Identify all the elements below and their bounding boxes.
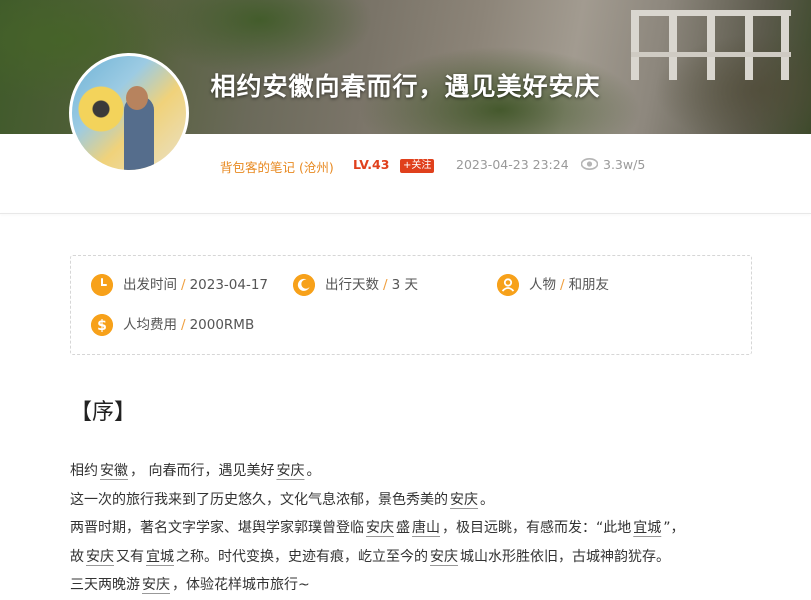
keyword-link[interactable]: 安庆 <box>450 492 478 508</box>
text-segment: 。 <box>480 491 494 508</box>
keyword-link[interactable]: 安庆 <box>86 549 114 565</box>
eye-icon <box>581 158 598 170</box>
trip-info-box: 出发时间/2023-04-17 出行天数/3 天 人物 / 和朋友 $ 人均费用/2… <box>70 255 752 355</box>
moon-icon <box>293 274 315 296</box>
keyword-link[interactable]: 安庆 <box>430 549 458 565</box>
text-segment: 之称。时代变换，史迹有痕，屹立至今的 <box>176 548 428 565</box>
article-body: 相约 安徽， 向春而行，遇见美好 安庆。 这一次的旅行我来到了历史悠久，文化气息浓郁… <box>70 457 760 600</box>
person-icon <box>497 274 519 296</box>
follow-button[interactable]: +关注 <box>400 159 435 173</box>
text-segment: 又有 <box>116 548 144 565</box>
text-segment: 盛 <box>396 520 410 536</box>
text-segment: 两晋时期，著名文字学家、堪舆学家郭璞曾登临 <box>70 520 364 536</box>
text-segment: ”， <box>663 520 685 536</box>
text-segment: 故 <box>70 548 84 565</box>
people-label: 人物 <box>529 277 556 293</box>
keyword-link[interactable]: 安庆 <box>276 463 304 479</box>
keyword-link[interactable]: 安庆 <box>142 577 170 593</box>
days-label: 出行天数 <box>325 277 379 293</box>
avatar-head <box>126 86 148 110</box>
text-segment: ，体验花样城市旅行~ <box>172 577 310 593</box>
clock-icon <box>91 274 113 296</box>
paragraph-3: 两晋时期，著名文字学家、堪舆学家郭璞曾登临 安庆盛唐山 ，极目远眺，有感而发：“此地… <box>70 514 760 543</box>
keyword-link[interactable]: 宜城 <box>146 549 174 565</box>
svg-text:$: $ <box>97 318 107 334</box>
paragraph-2: 这一次的旅行我来到了历史悠久，文化气息浓郁，景色秀美的 安庆。 <box>70 486 760 515</box>
keyword-link[interactable]: 安徽 <box>100 463 128 479</box>
keyword-link[interactable]: 安庆 <box>366 520 394 536</box>
paragraph-4: 故安庆 又有 宜城 之称。时代变换，史迹有痕，屹立至今的 安庆 城山水形胜依旧，古城神韵犹… <box>70 543 760 572</box>
people-value: 和朋友 <box>568 277 610 293</box>
text-segment: 。 <box>306 463 321 479</box>
text-segment: 这一次的旅行我来到了历史悠久，文化气息浓郁，景色秀美的 <box>70 491 448 508</box>
paragraph-5: 三天两晚游 安庆 ，体验花样城市旅行~ <box>70 571 760 600</box>
text-segment: ， 向春而行，遇见美好 <box>130 463 275 479</box>
author-avatar[interactable] <box>69 53 189 173</box>
days-value: 3 天 <box>391 277 418 293</box>
keyword-link[interactable]: 唐山 <box>412 520 440 536</box>
author-name[interactable]: 背包客的笔记 (沧州) <box>220 157 334 176</box>
flower-mural <box>78 86 124 132</box>
dollar-icon: $ <box>91 314 113 336</box>
text-segment: 相约 <box>70 463 98 479</box>
depart-value: 2023-04-17 <box>189 277 269 293</box>
text-segment: ，极目远眺，有感而发：“此地 <box>442 520 632 536</box>
cost-value: 2000RMB <box>189 317 255 333</box>
section-heading: 【序】 <box>70 400 137 425</box>
publish-date: 2023-04-23 23:24 <box>456 157 569 172</box>
depart-label: 出发时间 <box>123 277 177 293</box>
text-segment: 城山水形胜依旧，古城神韵犹存。 <box>460 548 670 565</box>
view-count: 3.3w/5 <box>603 157 646 172</box>
keyword-link[interactable]: 宜城 <box>633 520 661 536</box>
author-level: LV.43 <box>353 157 390 172</box>
text-segment: 三天两晚游 <box>70 577 140 593</box>
cost-label: 人均费用 <box>123 317 177 333</box>
header-divider <box>0 213 811 214</box>
paragraph-1: 相约 安徽， 向春而行，遇见美好 安庆。 <box>70 457 760 486</box>
